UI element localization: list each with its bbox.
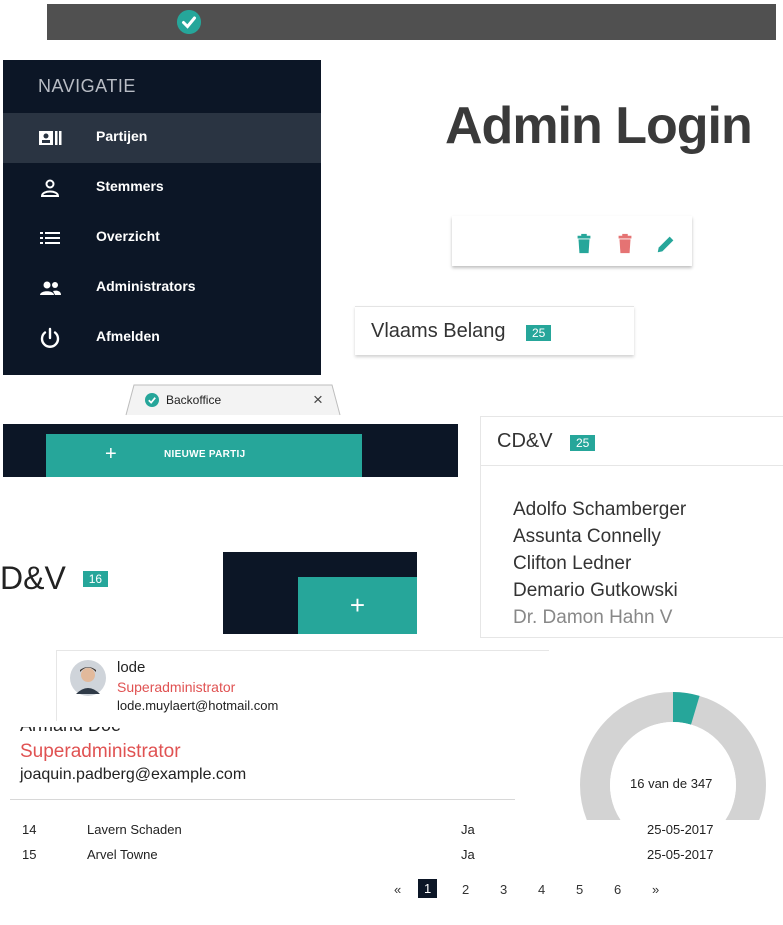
check-circle-icon: [145, 393, 159, 407]
user-email: lode.muylaert@hotmail.com: [117, 698, 279, 713]
person-icon: [40, 179, 60, 197]
list-item: Assunta Connelly: [513, 526, 661, 547]
nav-item-label: Administrators: [96, 278, 196, 294]
trash-red-icon[interactable]: [614, 233, 636, 255]
action-toolbar: [452, 216, 692, 266]
pagination-page[interactable]: 2: [462, 882, 469, 897]
row-voted: Ja: [461, 822, 475, 837]
user-entry: Armand Doe Superadministrator joaquin.pa…: [10, 727, 515, 800]
nav-item-label: Stemmers: [96, 178, 164, 194]
nav-item-stemmers[interactable]: Stemmers: [3, 163, 321, 213]
row-id: 15: [22, 847, 37, 862]
member-count-badge: 16: [82, 571, 109, 587]
row-name: Lavern Schaden: [87, 822, 182, 837]
user-role: Superadministrator: [20, 741, 181, 762]
party-name: Vlaams Belang: [371, 320, 506, 342]
nav-item-partijen[interactable]: Partijen: [3, 113, 321, 163]
row-name: Arvel Towne: [87, 847, 158, 862]
pagination-prev[interactable]: «: [394, 882, 401, 897]
row-id: 14: [22, 822, 37, 837]
table-row: 15 Arvel Towne Ja 25-05-2017: [22, 847, 742, 871]
party-name: CD&V: [497, 430, 553, 452]
nav-item-overzicht[interactable]: Overzicht: [3, 213, 321, 263]
nav-item-administrators[interactable]: Administrators: [3, 263, 321, 313]
table-row: 14 Lavern Schaden Ja 25-05-2017: [22, 822, 742, 846]
tab-title: Backoffice: [166, 393, 222, 407]
avatar: [70, 660, 106, 696]
id-card-icon: [39, 131, 62, 145]
browser-tab[interactable]: Backoffice ×: [124, 384, 344, 416]
user-name: Armand Doe: [20, 727, 121, 736]
user-name: lode: [117, 659, 146, 676]
page-title: Admin Login: [445, 97, 753, 155]
nav-title: NAVIGATIE: [38, 76, 136, 96]
list-item: Dr. Damon Hahn V: [513, 607, 673, 628]
pagination-page[interactable]: 3: [500, 882, 507, 897]
member-count-badge: 25: [570, 435, 596, 451]
power-icon: [40, 327, 60, 348]
pagination-page-current[interactable]: 1: [418, 879, 438, 898]
row-voted: Ja: [461, 847, 475, 862]
nav-item-label: Afmelden: [96, 328, 160, 344]
new-party-button[interactable]: + NIEUWE PARTIJ: [46, 434, 362, 477]
check-circle-icon: [177, 10, 201, 34]
plus-icon: +: [105, 443, 117, 465]
new-party-label: NIEUWE PARTIJ: [164, 449, 246, 460]
pagination-page[interactable]: 6: [614, 882, 621, 897]
user-card: lode Superadministrator lode.muylaert@ho…: [56, 650, 549, 721]
list-item: Adolfo Schamberger: [513, 499, 687, 520]
user-role: Superadministrator: [117, 679, 236, 695]
add-button[interactable]: +: [298, 577, 417, 634]
member-count-badge: 25: [526, 325, 552, 341]
tab-close-button[interactable]: ×: [313, 390, 323, 410]
party-name: D&V: [0, 560, 66, 596]
pagination-next[interactable]: »: [652, 882, 659, 897]
nav-item-afmelden[interactable]: Afmelden: [3, 313, 321, 363]
donut-chart: [580, 692, 766, 878]
user-email: joaquin.padberg@example.com: [20, 766, 247, 783]
list-icon: [40, 232, 60, 244]
pagination: « 1 2 3 4 5 6 »: [388, 878, 678, 902]
party-detail-card: CD&V 25 Adolfo Schamberger Assunta Conne…: [480, 416, 783, 638]
pagination-page[interactable]: 5: [576, 882, 583, 897]
party-title-partial: D&V 16: [0, 560, 109, 597]
row-date: 25-05-2017: [647, 847, 714, 862]
pagination-page[interactable]: 4: [538, 882, 545, 897]
navigation-sidebar: NAVIGATIE Partijen Stemmers Overzicht Ad…: [3, 60, 321, 375]
edit-icon[interactable]: [655, 233, 677, 255]
donut-label: 16 van de 347: [630, 776, 713, 791]
progress-donut: 16 van de 347: [578, 690, 768, 878]
list-item: Clifton Ledner: [513, 553, 632, 574]
trash-teal-icon[interactable]: [573, 233, 595, 255]
nav-item-label: Partijen: [96, 128, 148, 144]
top-bar: [47, 4, 776, 40]
list-item: Demario Gutkowski: [513, 580, 678, 601]
card-header: CD&V 25: [481, 417, 783, 466]
nav-item-label: Overzicht: [96, 228, 160, 244]
party-card[interactable]: Vlaams Belang 25: [355, 306, 634, 355]
people-icon: [40, 281, 61, 295]
row-date: 25-05-2017: [647, 822, 714, 837]
